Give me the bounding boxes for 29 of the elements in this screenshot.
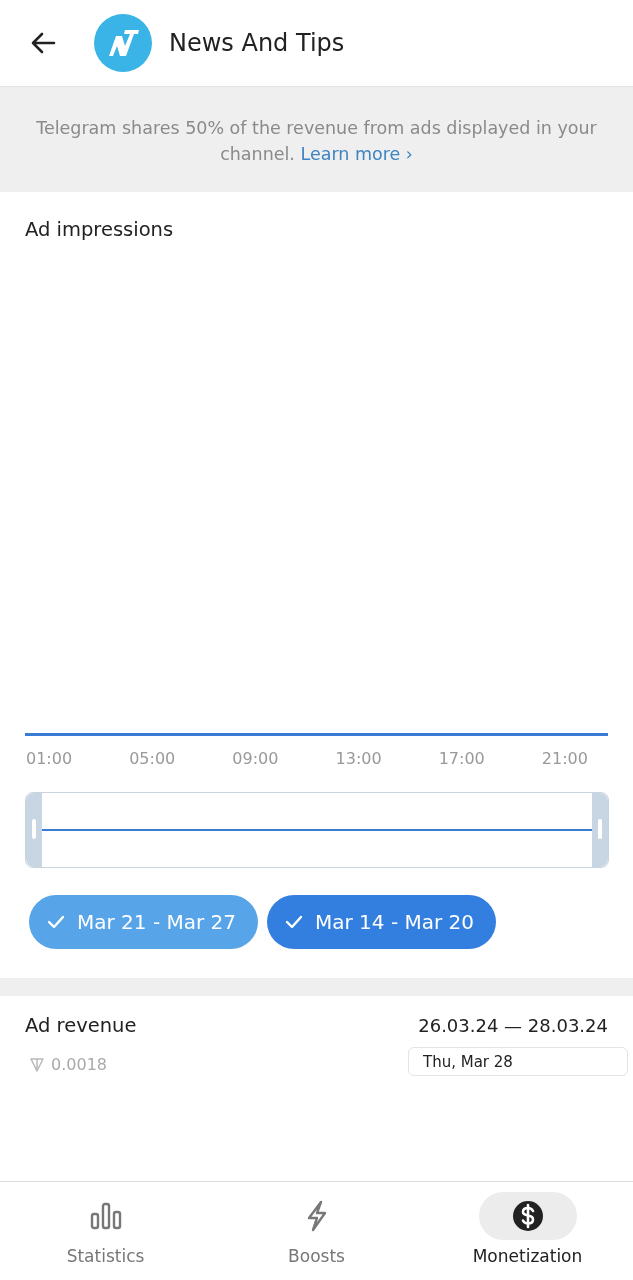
check-icon: [285, 915, 303, 929]
section-title: Ad impressions: [25, 218, 175, 241]
section-title: Ad revenue: [25, 1014, 137, 1037]
dollar-icon: [510, 1200, 545, 1232]
legend-chip[interactable]: Mar 14 - Mar 20: [267, 895, 497, 949]
range-handle[interactable]: [26, 793, 42, 867]
revenue-share-text: Telegram shares 50% of the revenue from ads displayed in your channel. Learn more ›: [35, 117, 598, 166]
legend-chip[interactable]: Mar 21 - Mar 27: [29, 895, 258, 949]
axis-label: 21:00: [541, 749, 588, 768]
date-range: 26.03.24 — 28.03.24: [418, 1015, 608, 1036]
nav-tab[interactable]: Statistics: [0, 1182, 211, 1280]
nav-tab[interactable]: Monetization: [422, 1182, 633, 1280]
nav-tab[interactable]: Boosts: [211, 1182, 422, 1280]
axis-label: 01:00: [26, 749, 73, 768]
bar-chart-icon: [88, 1200, 123, 1232]
axis-label: 09:00: [232, 749, 279, 768]
learn-more-link[interactable]: Learn more ›: [300, 144, 413, 164]
axis-label: 13:00: [335, 749, 382, 768]
range-selector[interactable]: [25, 792, 609, 868]
ton-icon: [29, 1056, 45, 1073]
axis-label: 05:00: [129, 749, 176, 768]
chart-tooltip: Thu, Mar 28: [408, 1047, 628, 1076]
channel-avatar-icon: [94, 14, 152, 72]
channel-title: News And Tips: [169, 29, 345, 57]
range-handle[interactable]: [592, 793, 608, 867]
axis-label: 17:00: [438, 749, 485, 768]
revenue-value: 0.0018: [51, 1055, 107, 1074]
check-icon: [47, 915, 65, 929]
back-arrow-icon: [30, 32, 56, 54]
